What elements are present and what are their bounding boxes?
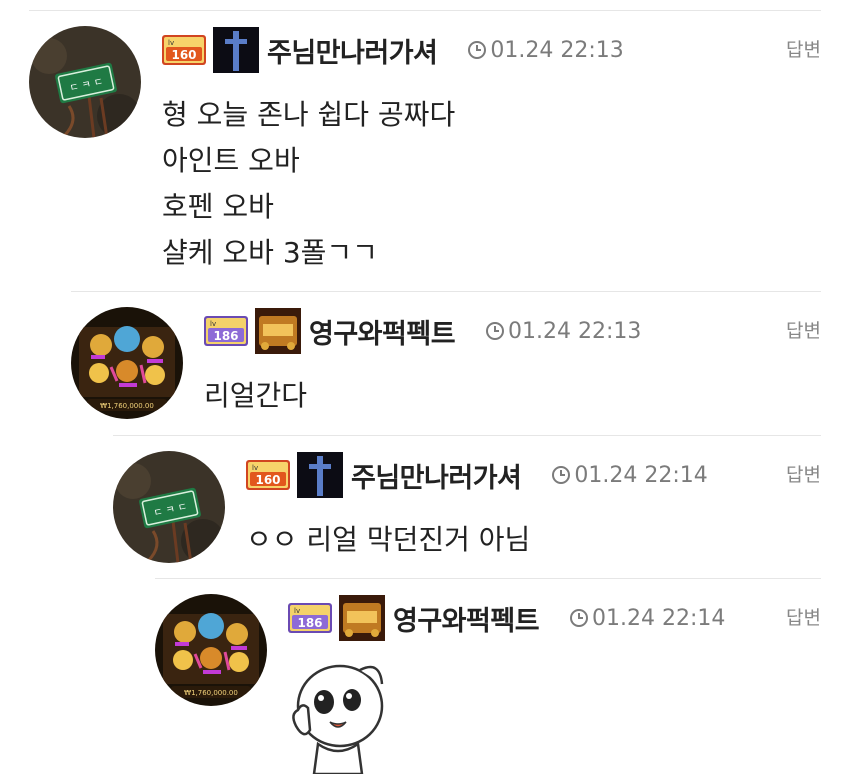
comment-line: 형 오늘 존나 쉽다 공짜다 <box>162 98 456 131</box>
comment-line: 호펜 오바 <box>162 190 274 223</box>
nickname[interactable]: 주님만나러가셔 <box>267 31 438 70</box>
level-badge-icon: 160 <box>162 35 206 65</box>
comment-item: ㄷ ㅋ ㄷ 160 주님만나러가셔 01.24 22:13 답변 형 오늘 존나… <box>29 26 821 291</box>
svg-text:₩1,760,000.00: ₩1,760,000.00 <box>100 402 154 410</box>
svg-text:186: 186 <box>213 329 238 343</box>
reply-button[interactable]: 답변 <box>786 603 821 630</box>
nickname[interactable]: 영구와퍽펙트 <box>309 312 456 351</box>
clock-icon <box>570 609 589 627</box>
comment-body: ㅇㅇ 리얼 막던진거 아님 <box>246 517 530 563</box>
emblem-icon <box>213 27 259 73</box>
top-divider <box>29 10 821 11</box>
timestamp: 01.24 22:13 <box>467 37 624 63</box>
timestamp: 01.24 22:14 <box>551 462 708 488</box>
nickname[interactable]: 주님만나러가셔 <box>351 456 522 495</box>
avatar[interactable]: ㄷ ㅋ ㄷ <box>29 26 141 138</box>
comment-line: 리얼간다 <box>204 379 308 412</box>
reply-button[interactable]: 답변 <box>786 316 821 343</box>
level-badge-icon: 186 <box>288 603 332 633</box>
comment-header: 186 영구와퍽펙트 01.24 22:13 <box>204 307 641 355</box>
svg-text:186: 186 <box>297 616 322 630</box>
reply-button[interactable]: 답변 <box>786 35 821 62</box>
svg-text:160: 160 <box>171 48 196 62</box>
timestamp-text: 01.24 22:13 <box>490 37 624 63</box>
comment-divider <box>71 291 821 292</box>
comment-header: 160 주님만나러가셔 01.24 22:13 <box>162 26 624 74</box>
comment-item: ₩1,760,000.00 186 영구와퍽펙트 01.24 22:14 답변 <box>155 594 821 774</box>
emblem-icon <box>297 452 343 498</box>
sticker-image <box>292 664 384 774</box>
clock-icon <box>468 41 487 59</box>
comment-item: ₩1,760,000.00 186 영구와퍽펙트 01.24 22:13 답변 … <box>71 307 821 435</box>
comment-header: 160 주님만나러가셔 01.24 22:14 <box>246 451 708 499</box>
comment-divider <box>155 578 821 579</box>
emblem-icon <box>255 308 301 354</box>
svg-text:₩1,760,000.00: ₩1,760,000.00 <box>184 689 238 697</box>
comment-body: 리얼간다 <box>204 373 307 419</box>
level-badge-icon: 160 <box>246 460 290 490</box>
comment-divider <box>113 435 821 436</box>
comment-line: 아인트 오바 <box>162 144 300 177</box>
reply-button[interactable]: 답변 <box>786 460 821 487</box>
timestamp: 01.24 22:14 <box>569 606 725 631</box>
nickname[interactable]: 영구와퍽펙트 <box>393 599 540 638</box>
svg-text:160: 160 <box>255 473 280 487</box>
timestamp-text: 01.24 22:14 <box>592 605 726 631</box>
clock-icon <box>552 466 571 484</box>
avatar[interactable]: ㄷ ㅋ ㄷ <box>113 451 225 563</box>
comment-item: ㄷ ㅋ ㄷ 160 주님만나러가셔 01.24 22:14 답변 ㅇㅇ 리얼 막… <box>113 451 821 578</box>
avatar[interactable]: ₩1,760,000.00 <box>155 594 267 706</box>
comment-line: 샬케 오바 3폴ㄱㄱ <box>162 236 378 269</box>
clock-icon <box>486 322 505 340</box>
timestamp-text: 01.24 22:13 <box>508 318 642 344</box>
comment-body: 형 오늘 존나 쉽다 공짜다 아인트 오바 호펜 오바 샬케 오바 3폴ㄱㄱ <box>162 92 455 276</box>
level-badge-icon: 186 <box>204 316 248 346</box>
timestamp-text: 01.24 22:14 <box>574 462 708 488</box>
timestamp: 01.24 22:13 <box>485 319 641 344</box>
comment-line: ㅇㅇ 리얼 막던진거 아님 <box>246 523 531 556</box>
avatar[interactable]: ₩1,760,000.00 <box>71 307 183 419</box>
emblem-icon <box>339 595 385 641</box>
comment-header: 186 영구와퍽펙트 01.24 22:14 <box>288 594 725 642</box>
